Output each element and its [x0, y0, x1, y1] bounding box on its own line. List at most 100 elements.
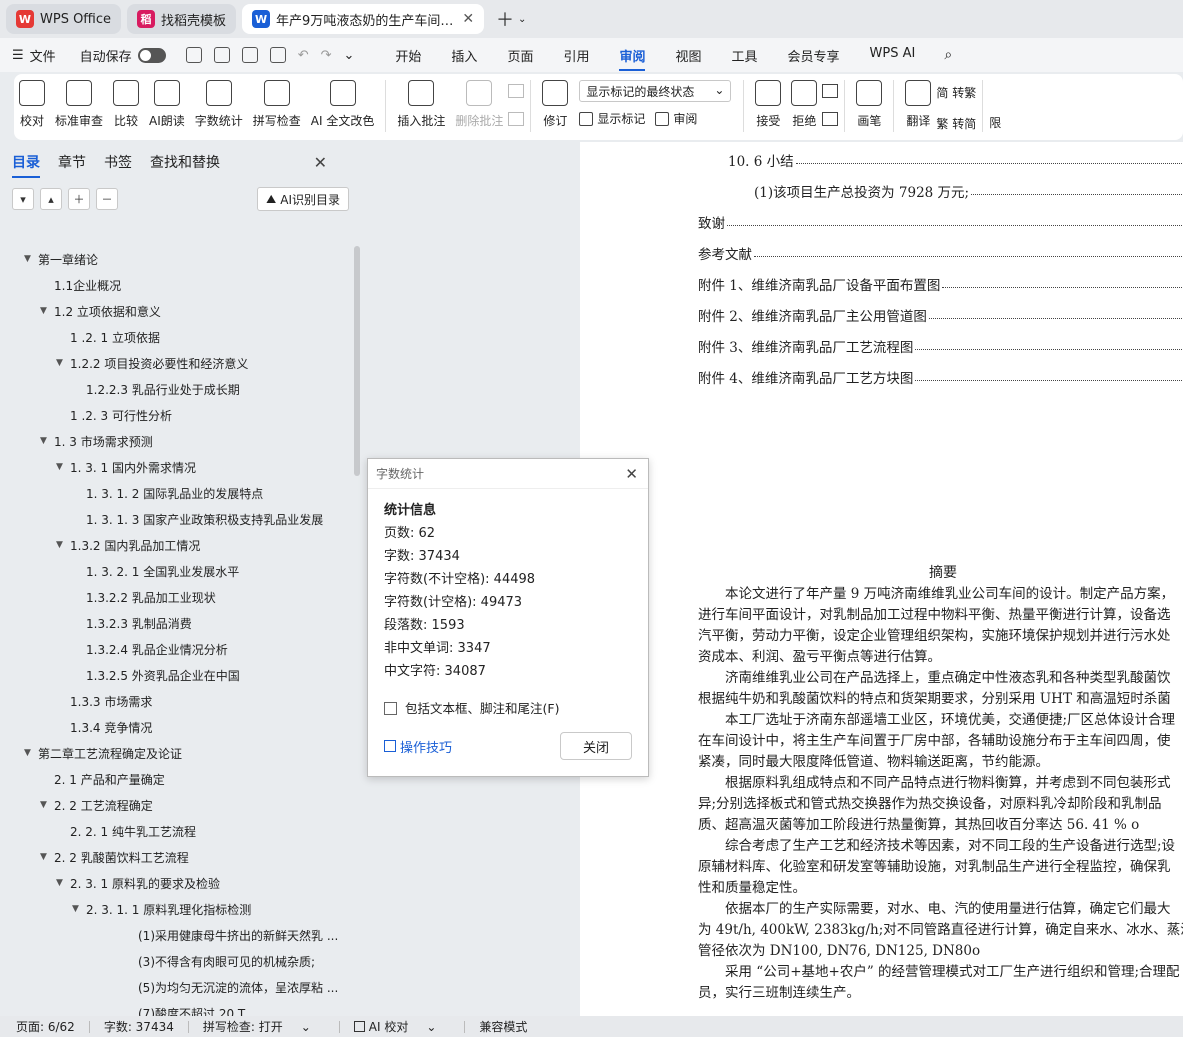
expand-arrow-icon[interactable]: ▼ [56, 462, 70, 472]
tab-reference[interactable]: 引用 [563, 40, 589, 71]
toc-item[interactable]: ▼ 第二章工艺流程确定及论证 [0, 740, 352, 766]
toc-item[interactable]: 1.3.2.2 乳品加工业现状 [0, 584, 352, 610]
prev-change-icon[interactable] [822, 84, 839, 98]
tab-tools[interactable]: 工具 [732, 40, 758, 71]
to-traditional-button[interactable]: 简 转繁 [936, 84, 976, 101]
accept-button[interactable]: 接受 [755, 80, 782, 129]
checkbox[interactable] [384, 702, 397, 715]
toc-item[interactable]: (3)不得含有肉眼可见的机械杂质; [0, 948, 352, 974]
toc-item[interactable]: 1.3.4 竞争情况 [0, 714, 352, 740]
limit-button[interactable]: 限 [989, 114, 1001, 131]
word-count-indicator[interactable]: 字数: 37434 [104, 1018, 174, 1035]
toc-item[interactable]: ▼ 2. 3. 1. 1 原料乳理化指标检测 [0, 896, 352, 922]
toc-item[interactable]: 1. 3. 1. 3 国家产业政策积极支持乳品业发展 [0, 506, 352, 532]
ai-recolor-button[interactable]: AI 全文改色 [311, 80, 374, 129]
expand-arrow-icon[interactable]: ▼ [56, 358, 70, 368]
show-markup-button[interactable]: 显示标记 [579, 110, 645, 127]
nav-tab-chapter[interactable]: 章节 [58, 148, 86, 176]
toc-item[interactable]: 1. 3. 1. 2 国际乳品业的发展特点 [0, 480, 352, 506]
toc-item[interactable]: ▼ 1. 3. 1 国内外需求情况 [0, 454, 352, 480]
toc-item[interactable]: 1 .2. 3 可行性分析 [0, 402, 352, 428]
nav-tab-toc[interactable]: 目录 [12, 148, 40, 178]
track-changes-button[interactable]: 修订 [542, 80, 569, 129]
toc-item[interactable]: ▼ 1. 3 市场需求预测 [0, 428, 352, 454]
expand-arrow-icon[interactable]: ▼ [72, 904, 86, 914]
toc-item[interactable]: 2. 2. 1 纯牛乳工艺流程 [0, 818, 352, 844]
toggle-switch[interactable] [137, 47, 166, 63]
chevron-down-icon[interactable]: ▾ [12, 188, 34, 210]
expand-arrow-icon[interactable]: ▼ [40, 852, 54, 862]
tab-wps-ai[interactable]: WPS AI [870, 40, 916, 71]
reject-button[interactable]: 拒绝 [791, 80, 818, 129]
tab-review[interactable]: 审阅 [619, 40, 646, 71]
insert-comment-button[interactable]: 插入批注 [397, 80, 445, 129]
toc-item[interactable]: 1.3.3 市场需求 [0, 688, 352, 714]
tab-home[interactable]: 开始 [395, 40, 421, 71]
chevron-up-icon[interactable]: ▴ [40, 188, 62, 210]
markup-display-select[interactable]: 显示标记的最终状态 ⌄ [579, 80, 732, 102]
prev-comment-icon[interactable] [508, 84, 525, 98]
next-change-icon[interactable] [822, 112, 839, 126]
toc-item[interactable]: (5)为均匀无沉淀的流体，呈浓厚粘 ... [0, 974, 352, 1000]
spell-check-button[interactable]: 拼写检查 [253, 80, 301, 129]
toc-item[interactable]: 1.3.2.3 乳制品消费 [0, 610, 352, 636]
autosave-toggle[interactable]: 自动保存 [80, 46, 166, 65]
scrollbar[interactable] [354, 246, 360, 476]
undo-icon[interactable]: ↶ [298, 48, 309, 63]
toc-item[interactable]: ▼ 1.2.2 项目投资必要性和经济意义 [0, 350, 352, 376]
word-count-button[interactable]: 字数统计 [195, 80, 243, 129]
ai-toc-button[interactable]: ⛰ AI识别目录 [257, 187, 349, 211]
tips-link[interactable]: 操作技巧 [384, 737, 452, 756]
toc-item[interactable]: (7)酸度不超过 20 T [0, 1000, 352, 1017]
ai-read-button[interactable]: AI朗读 [149, 80, 185, 129]
tab-insert[interactable]: 插入 [451, 40, 477, 71]
expand-arrow-icon[interactable]: ▼ [24, 254, 38, 264]
toc-item[interactable]: ▼ 2. 3. 1 原料乳的要求及检验 [0, 870, 352, 896]
tab-document[interactable]: W 年产9万吨液态奶的生产车间设计 ✕ [242, 4, 485, 34]
compare-button[interactable]: 比较 [113, 80, 140, 129]
close-button[interactable]: 关闭 [560, 732, 632, 760]
next-comment-icon[interactable] [508, 112, 525, 126]
expand-arrow-icon[interactable]: ▼ [40, 306, 54, 316]
ai-proofread-indicator[interactable]: AI 校对 ⌄ [353, 1018, 451, 1035]
tab-member[interactable]: 会员专享 [788, 40, 840, 71]
toc-item[interactable]: ▼ 第一章绪论 [0, 246, 352, 272]
toc-item[interactable]: ▼ 1.2 立项依据和意义 [0, 298, 352, 324]
toc-item[interactable]: 1 .2. 1 立项依据 [0, 324, 352, 350]
standard-review-button[interactable]: 标准审查 [55, 80, 103, 129]
proofread-button[interactable]: 校对 [19, 80, 45, 129]
new-tab-icon[interactable]: ＋ [496, 6, 514, 32]
more-icon[interactable]: ⌄ [344, 48, 355, 63]
print-preview-icon[interactable] [269, 47, 286, 63]
chevron-down-icon[interactable]: ⌄ [518, 14, 526, 25]
pen-button[interactable]: 画笔 [856, 80, 883, 129]
export-icon[interactable] [213, 47, 230, 63]
toc-item[interactable]: (1)采用健康母牛挤出的新鲜天然乳 ... [0, 922, 352, 948]
nav-tab-find-replace[interactable]: 查找和替换 [150, 148, 220, 176]
toc-item[interactable]: 1.3.2.5 外资乳品企业在中国 [0, 662, 352, 688]
toc-item[interactable]: 1.3.2.4 乳品企业情况分析 [0, 636, 352, 662]
tab-template[interactable]: 稻 找稻壳模板 [127, 4, 237, 34]
expand-arrow-icon[interactable]: ▼ [56, 540, 70, 550]
close-icon[interactable]: ✕ [314, 149, 327, 176]
toc-item[interactable]: 1. 3. 2. 1 全国乳业发展水平 [0, 558, 352, 584]
toc-item[interactable]: ▼ 2. 2 乳酸菌饮料工艺流程 [0, 844, 352, 870]
tab-page[interactable]: 页面 [507, 40, 533, 71]
translate-button[interactable]: 翻译 [905, 80, 932, 129]
print-icon[interactable] [241, 47, 258, 63]
expand-arrow-icon[interactable]: ▼ [40, 436, 54, 446]
review-pane-button[interactable]: 审阅 [655, 110, 697, 127]
spell-check-indicator[interactable]: 拼写检查: 打开 ⌄ [203, 1018, 325, 1035]
search-icon[interactable]: ⌕ [944, 47, 952, 63]
minus-icon[interactable]: － [96, 188, 118, 210]
delete-comment-button[interactable]: 删除批注 [455, 80, 503, 129]
nav-tab-bookmark[interactable]: 书签 [104, 148, 132, 176]
tab-view[interactable]: 视图 [675, 40, 701, 71]
redo-icon[interactable]: ↷ [321, 48, 332, 63]
tab-wps-office[interactable]: W WPS Office [6, 4, 122, 34]
toc-item[interactable]: 2. 1 产品和产量确定 [0, 766, 352, 792]
expand-arrow-icon[interactable]: ▼ [24, 748, 38, 758]
file-menu[interactable]: ☰ 文件 [12, 46, 56, 65]
page-indicator[interactable]: 页面: 6/62 [16, 1018, 75, 1035]
plus-icon[interactable]: ＋ [68, 188, 90, 210]
